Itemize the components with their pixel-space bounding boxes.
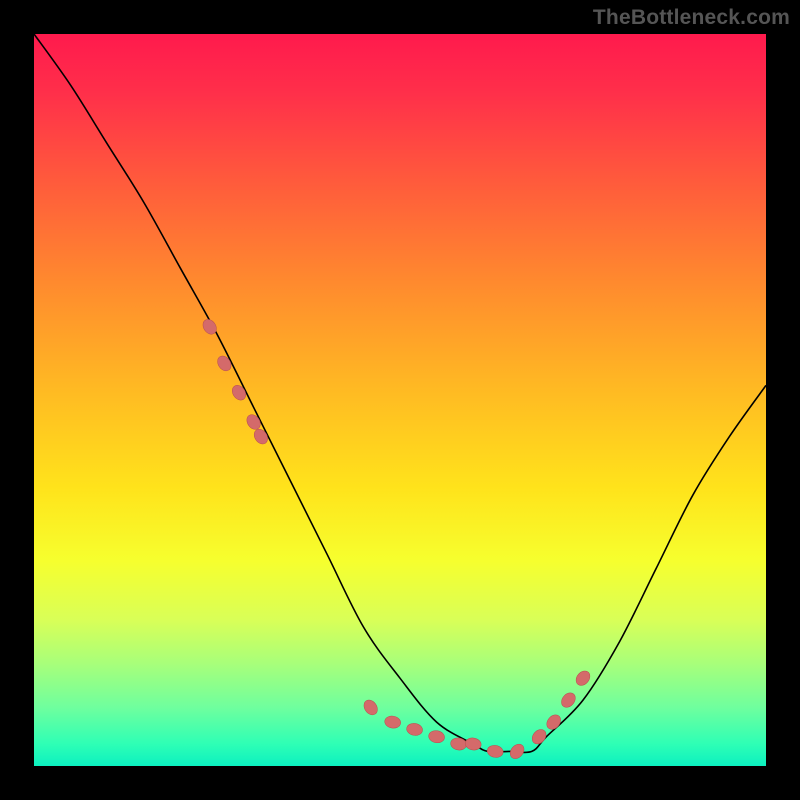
plot-area [34,34,766,766]
curve-marker [251,427,270,447]
curve-marker [215,353,234,373]
curve-marker [507,741,526,761]
marker-group [200,317,593,762]
chart-frame: TheBottleneck.com [0,0,800,800]
curve-marker [573,668,592,688]
curve-marker [559,690,578,710]
curve-marker [544,712,563,732]
chart-svg [34,34,766,766]
curve-marker [428,729,446,744]
bottleneck-curve [34,34,766,752]
curve-marker [464,737,482,752]
curve-marker [229,383,248,403]
curve-marker [529,727,548,747]
curve-marker [244,412,263,432]
curve-marker [406,722,424,737]
curve-marker [384,715,402,730]
watermark-text: TheBottleneck.com [593,6,790,30]
curve-marker [361,697,380,717]
curve-marker [486,744,504,759]
